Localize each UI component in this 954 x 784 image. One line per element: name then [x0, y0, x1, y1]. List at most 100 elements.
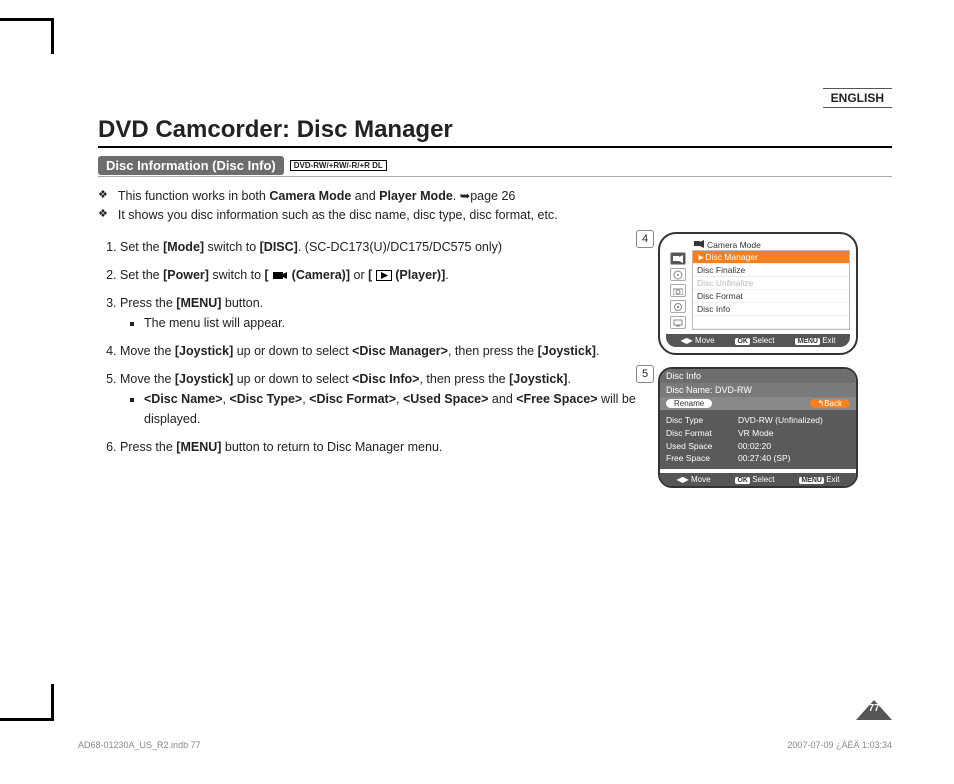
text-bold: <Free Space> — [516, 392, 597, 406]
disc-info-table: Disc TypeDVD-RW (Unfinalized) Disc Forma… — [660, 410, 856, 469]
intro-block: ❖ This function works in both Camera Mod… — [98, 187, 892, 225]
step-5: Move the [Joystick] up or down to select… — [120, 369, 658, 429]
menu-item-disc-manager: ►Disc Manager — [693, 251, 849, 264]
text-bold: Camera Mode — [269, 189, 351, 203]
osd-mode-label: Camera Mode — [707, 240, 761, 250]
osd-screen-menu: Camera Mode ►Disc Manager Disc Finalize … — [658, 232, 858, 355]
menu-item-disc-unfinalize: Disc Unfinalize — [693, 277, 849, 290]
text: or — [350, 268, 368, 282]
step-6: Press the [MENU] button to return to Dis… — [120, 437, 658, 457]
text-bold: [Joystick] — [509, 372, 567, 386]
text-bold: [ — [368, 268, 372, 282]
text: . ➥page 26 — [453, 189, 516, 203]
intro-line-1: This function works in both Camera Mode … — [118, 187, 516, 206]
mode-icon — [694, 240, 704, 250]
text: . — [445, 268, 448, 282]
crop-mark — [0, 18, 54, 21]
bullet-icon: ❖ — [98, 206, 108, 225]
text: Press the — [120, 440, 176, 454]
text-bold: [Mode] — [163, 240, 204, 254]
camera-icon — [670, 284, 686, 297]
step-1: Set the [Mode] switch to [DISC]. (SC-DC1… — [120, 237, 658, 257]
figure-number: 4 — [636, 230, 654, 248]
text-bold: [DISC] — [260, 240, 298, 254]
text: . (SC-DC173(U)/DC175/DC575 only) — [298, 240, 502, 254]
move-hint: ◀▶ Move — [676, 475, 710, 484]
info-row: Disc TypeDVD-RW (Unfinalized) — [666, 414, 850, 427]
text-bold: [MENU] — [176, 296, 221, 310]
step-4: Move the [Joystick] up or down to select… — [120, 341, 658, 361]
text-bold: <Disc Type> — [229, 392, 302, 406]
text-bold: <Disc Format> — [309, 392, 396, 406]
info-value: 00:02:20 — [738, 440, 771, 453]
display-icon — [670, 316, 686, 329]
text: and — [351, 189, 379, 203]
info-row: Disc FormatVR Mode — [666, 427, 850, 440]
camera-icon — [272, 270, 288, 281]
text: . — [596, 344, 599, 358]
info-value: 00:27:40 (SP) — [738, 452, 790, 465]
text: Exit — [826, 475, 839, 484]
menu-item-label: Disc Manager — [705, 252, 757, 262]
footer-right: 2007-07-09 ¿ÀÈÄ 1:03:34 — [787, 740, 892, 750]
text: Exit — [822, 336, 835, 345]
menu-item-empty — [693, 316, 849, 329]
text: Select — [752, 475, 774, 484]
text-bold: Player Mode — [379, 189, 453, 203]
ok-badge: OK — [735, 338, 750, 345]
text-bold: (Player)] — [395, 268, 445, 282]
back-button: ↰Back — [810, 399, 851, 408]
crop-mark — [51, 684, 54, 720]
osd-footer: ◀▶ Move OK Select MENU Exit — [666, 334, 850, 347]
section-label: Disc Information (Disc Info) — [98, 156, 284, 175]
intro-line-2: It shows you disc information such as th… — [118, 206, 558, 225]
text-bold: (Camera)] — [292, 268, 350, 282]
text: Move — [695, 336, 715, 345]
figure-4: 4 Camera Mode ►Disc Manager Disc Finaliz… — [658, 232, 892, 355]
menu-item-disc-finalize: Disc Finalize — [693, 264, 849, 277]
osd-title: Disc Info — [660, 369, 856, 383]
text-bold: <Used Space> — [403, 392, 488, 406]
disc-icon — [670, 268, 686, 281]
text-bold: [MENU] — [176, 440, 221, 454]
text-bold: [Joystick] — [538, 344, 596, 358]
info-value: DVD-RW (Unfinalized) — [738, 414, 823, 427]
page-number-badge: 77 — [856, 700, 892, 720]
text: Press the — [120, 296, 176, 310]
exit-hint: MENU Exit — [795, 336, 835, 345]
info-key: Used Space — [666, 440, 724, 453]
section-header: Disc Information (Disc Info) DVD-RW/+RW/… — [98, 156, 892, 177]
text: Move the — [120, 372, 175, 386]
player-icon — [376, 270, 392, 281]
menu-badge: MENU — [799, 477, 824, 484]
text-bold: <Disc Info> — [352, 372, 419, 386]
text: , then press the — [448, 344, 538, 358]
text: switch to — [204, 240, 260, 254]
menu-item-disc-format: Disc Format — [693, 290, 849, 303]
bullet-icon: ❖ — [98, 187, 108, 206]
text: Move the — [120, 344, 175, 358]
crop-mark — [0, 718, 54, 721]
step-5-sub: <Disc Name>, <Disc Type>, <Disc Format>,… — [144, 389, 658, 429]
text-bold: <Disc Name> — [144, 392, 223, 406]
crop-mark — [51, 18, 54, 54]
page-number: 77 — [856, 703, 892, 714]
info-row: Used Space 00:02:20 — [666, 440, 850, 453]
menu-item-disc-info: Disc Info — [693, 303, 849, 316]
move-hint: ◀▶ Move — [680, 336, 714, 345]
text: Move — [691, 475, 711, 484]
text: and — [488, 392, 516, 406]
text: switch to — [209, 268, 265, 282]
info-key: Free Space — [666, 452, 724, 465]
text: , — [396, 392, 403, 406]
select-hint: OK Select — [735, 336, 774, 345]
text: This function works in both — [118, 189, 269, 203]
instruction-list: Set the [Mode] switch to [DISC]. (SC-DC1… — [98, 237, 658, 457]
disc-types-badge: DVD-RW/+RW/-R/+R DL — [290, 160, 387, 171]
text: Select — [752, 336, 774, 345]
text: , then press the — [419, 372, 509, 386]
ok-badge: OK — [735, 477, 750, 484]
step-3-sub: The menu list will appear. — [144, 313, 658, 333]
info-value: VR Mode — [738, 427, 773, 440]
osd-screen-disc-info: Disc Info Disc Name: DVD-RW Rename ↰Back… — [658, 367, 858, 488]
